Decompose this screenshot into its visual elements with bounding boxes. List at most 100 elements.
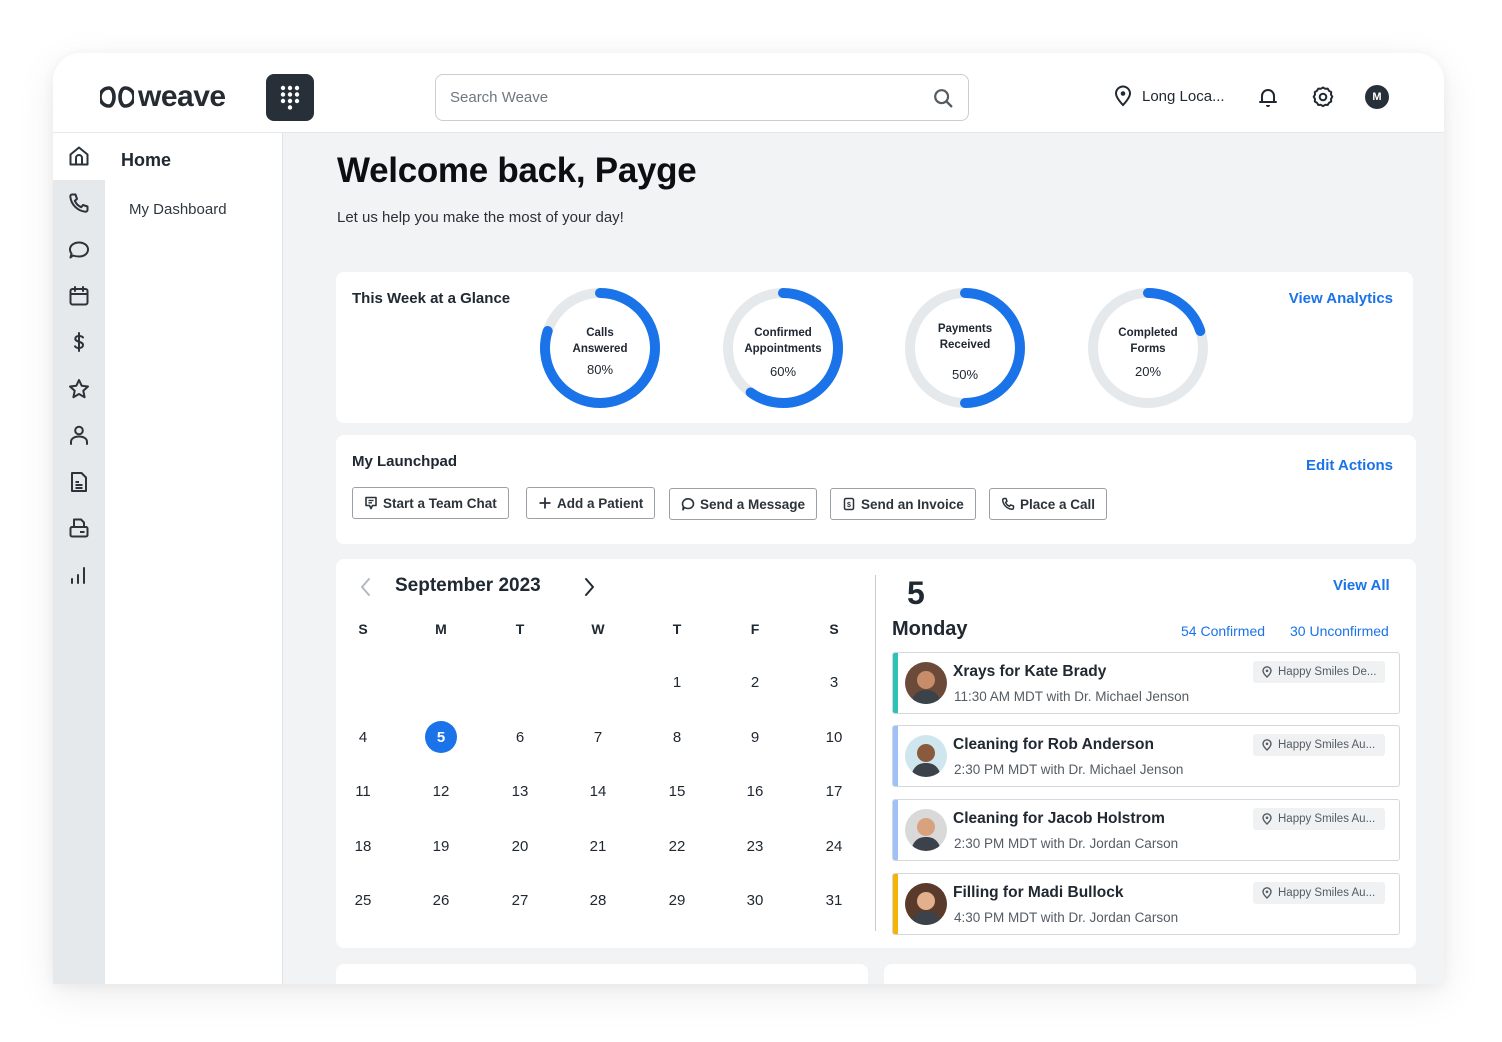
calendar-day-selected[interactable]: 5 [425,721,457,753]
appointment-item[interactable]: Cleaning for Jacob Holstrom 2:30 PM MDT w… [892,799,1400,861]
rail-item-home[interactable] [53,133,105,180]
secondary-nav: Home My Dashboard [105,133,283,984]
top-bar: weave Long Loc [53,53,1444,133]
calendar-day[interactable]: 28 [582,884,614,916]
calendar-day[interactable]: 30 [739,884,771,916]
agenda-day-name: Monday [892,618,968,640]
star-icon [69,378,89,398]
gauge-payments-received[interactable]: Payments Received 50% [903,286,1027,410]
calendar-day[interactable]: 26 [425,884,457,916]
app-window: weave Long Loc [53,53,1444,984]
rail-item-fax[interactable] [53,505,105,552]
settings-gear-icon[interactable] [1311,85,1335,109]
calendar-day[interactable]: 10 [818,721,850,753]
button-label: Send an Invoice [861,496,964,512]
appointment-title: Cleaning for Rob Anderson [953,736,1154,753]
weekday-header: S [358,621,368,637]
calendar-day[interactable]: 2 [739,666,771,698]
schedule-card: September 2023 S M T W T F S 1 2 3 4 5 6 7 8 9 10 11 12 13 1… [336,559,1416,948]
gauge-completed-forms[interactable]: Completed Forms 20% [1086,286,1210,410]
weekday-header: S [829,621,839,637]
plus-icon [539,497,551,509]
patient-avatar [905,883,947,925]
calendar-day[interactable]: 7 [582,721,614,753]
team-chat-icon [365,496,377,510]
dollar-icon [74,332,85,353]
weave-logo[interactable]: weave [100,82,226,112]
rail-item-forms[interactable] [53,459,105,506]
patient-photo-icon [905,735,947,777]
calendar-day[interactable]: 21 [582,830,614,862]
dashboard-widget [336,964,868,984]
prev-month-chevron-icon[interactable] [356,575,376,599]
next-month-chevron-icon[interactable] [579,575,599,599]
calendar-day[interactable]: 19 [425,830,457,862]
start-team-chat-button[interactable]: Start a Team Chat [352,487,509,519]
appointment-item[interactable]: Xrays for Kate Brady 11:30 AM MDT with Dr… [892,652,1400,714]
appointment-item[interactable]: Cleaning for Rob Anderson 2:30 PM MDT wit… [892,725,1400,787]
gauge-value: 60% [769,364,797,379]
calendar-day[interactable]: 27 [504,884,536,916]
svg-text:$: $ [847,502,851,509]
view-all-link[interactable]: View All [1333,577,1390,594]
appointment-time-provider: 2:30 PM MDT with Dr. Jordan Carson [954,836,1179,851]
calendar-day[interactable]: 18 [347,830,379,862]
calendar-day[interactable]: 3 [818,666,850,698]
phone-icon [69,193,89,213]
add-patient-button[interactable]: Add a Patient [526,487,656,519]
rail-item-payments[interactable] [53,319,105,366]
weekday-header: M [435,621,447,637]
appointment-location-badge: Happy Smiles Au... [1253,882,1385,904]
search-input[interactable] [450,89,932,106]
calendar-day[interactable]: 14 [582,775,614,807]
message-icon [681,498,695,511]
patient-avatar [905,662,947,704]
location-text: Happy Smiles De... [1278,666,1377,678]
rail-item-phone[interactable] [53,180,105,227]
calendar-day[interactable]: 9 [739,721,771,753]
calendar-day[interactable]: 29 [661,884,693,916]
calendar-day[interactable]: 22 [661,830,693,862]
button-label: Start a Team Chat [383,495,497,511]
rail-item-contacts[interactable] [53,412,105,459]
confirmed-count-link[interactable]: 54 Confirmed [1181,623,1265,639]
edit-actions-link[interactable]: Edit Actions [1306,457,1393,474]
view-analytics-link[interactable]: View Analytics [1289,290,1393,307]
rail-item-analytics[interactable] [53,552,105,599]
button-label: Place a Call [1020,496,1096,512]
calendar-day[interactable]: 13 [504,775,536,807]
send-message-button[interactable]: Send a Message [669,488,818,520]
user-avatar[interactable]: M [1365,85,1389,109]
dialpad-button[interactable] [266,74,314,121]
calendar-day[interactable]: 20 [504,830,536,862]
calendar-day[interactable]: 4 [347,721,379,753]
calendar-day[interactable]: 11 [347,775,379,807]
appointment-item[interactable]: Filling for Madi Bullock 4:30 PM MDT with… [892,873,1400,935]
calendar-day[interactable]: 16 [739,775,771,807]
calendar-day[interactable]: 31 [818,884,850,916]
notifications-bell-icon[interactable] [1256,85,1280,109]
calendar-day[interactable]: 23 [739,830,771,862]
send-invoice-button[interactable]: $ Send an Invoice [830,488,976,520]
location-pin-icon [1262,813,1272,825]
rail-item-schedule[interactable] [53,273,105,320]
patient-avatar [905,809,947,851]
unconfirmed-count-link[interactable]: 30 Unconfirmed [1290,623,1389,639]
search-icon[interactable] [932,87,954,109]
calendar-day[interactable]: 15 [661,775,693,807]
calendar-day[interactable]: 17 [818,775,850,807]
calendar-day[interactable]: 12 [425,775,457,807]
location-selector[interactable]: Long Loca... [1113,85,1225,107]
calendar-day[interactable]: 24 [818,830,850,862]
rail-item-reviews[interactable] [53,366,105,413]
calendar-day[interactable]: 25 [347,884,379,916]
calendar-day[interactable]: 1 [661,666,693,698]
calendar-day[interactable]: 8 [661,721,693,753]
gauge-calls-answered[interactable]: Calls Answered 80% [538,286,662,410]
subnav-link-my-dashboard[interactable]: My Dashboard [129,201,227,218]
gauge-confirmed-appointments[interactable]: Confirmed Appointments 60% [721,286,845,410]
rail-item-messages[interactable] [53,226,105,273]
place-call-button[interactable]: Place a Call [989,488,1108,520]
patient-photo-icon [905,883,947,925]
calendar-day[interactable]: 6 [504,721,536,753]
